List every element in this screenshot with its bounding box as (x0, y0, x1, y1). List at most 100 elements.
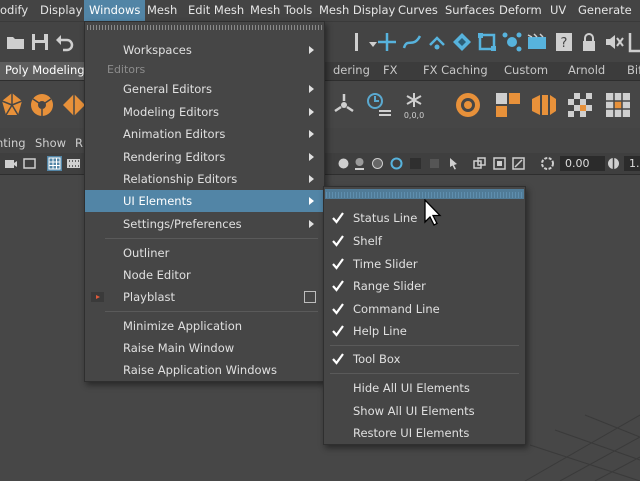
undo-icon[interactable] (53, 31, 75, 53)
poly-torus-icon[interactable] (28, 91, 56, 119)
submenu-item-restore-ui-elements[interactable]: Restore UI Elements (324, 422, 525, 444)
menu-mesh-tools[interactable]: Mesh Tools (245, 0, 317, 21)
menu-edit-mesh[interactable]: Edit Mesh (183, 0, 249, 21)
make-live-icon[interactable] (476, 31, 498, 53)
svg-text:0,0,0: 0,0,0 (404, 111, 424, 119)
menu-item-outliner[interactable]: Outliner (85, 242, 324, 264)
tab-custom[interactable]: Custom (497, 62, 555, 80)
submenu-item-time-slider[interactable]: Time Slider (324, 253, 525, 275)
menu-tearoff[interactable] (87, 25, 322, 30)
tab-poly-modeling[interactable]: Poly Modeling (0, 62, 92, 80)
submenu-item-hide-all-ui-elements[interactable]: Hide All UI Elements (324, 377, 525, 399)
lighting-icon[interactable] (408, 156, 423, 171)
editors-section-label: Editors (107, 63, 146, 76)
menu-display[interactable]: Display (35, 0, 87, 21)
resolution-gate-icon[interactable] (511, 156, 526, 171)
input-output-icon[interactable] (501, 31, 523, 53)
exposure-field[interactable]: 0.00 (560, 156, 605, 171)
submenu-item-range-slider[interactable]: Range Slider (324, 275, 525, 297)
menu-item-ui-elements[interactable]: UI Elements (85, 190, 324, 212)
submenu-arrow-icon (309, 220, 314, 228)
select-camera-icon[interactable] (3, 156, 18, 171)
gamma-icon[interactable] (606, 156, 621, 171)
isolate-select-icon[interactable] (336, 156, 351, 171)
tab-bifrost[interactable]: Bif (620, 62, 640, 80)
submenu-arrow-icon (309, 85, 314, 93)
tab-fx-caching[interactable]: FX Caching (416, 62, 495, 80)
grid-toggle-icon[interactable] (47, 156, 62, 171)
menu-item-modeling-editors[interactable]: Modeling Editors (85, 101, 324, 123)
uv-layout-icon[interactable] (494, 91, 522, 119)
menu-item-general-editors[interactable]: General Editors (85, 78, 324, 100)
submenu-arrow-icon (309, 46, 314, 54)
menu-surfaces[interactable]: Surfaces (440, 0, 500, 21)
submenu-item-command-line[interactable]: Command Line (324, 298, 525, 320)
menu-uv[interactable]: UV (545, 0, 571, 21)
panel-menu-show[interactable]: Show (35, 134, 66, 153)
snap-to-curve-icon[interactable] (401, 31, 423, 53)
menu-mesh[interactable]: Mesh (142, 0, 182, 21)
select-cursor-icon[interactable] (446, 156, 461, 171)
menu-item-animation-editors[interactable]: Animation Editors (85, 123, 324, 145)
panel-menu-lighting[interactable]: nting (0, 134, 26, 153)
submenu-separator (330, 345, 519, 346)
option-box-icon[interactable] (304, 291, 316, 303)
snap-to-grid-icon[interactable] (376, 31, 398, 53)
tab-fx[interactable]: FX (376, 62, 405, 80)
menu-item-workspaces[interactable]: Workspaces (85, 39, 324, 61)
submenu-item-show-all-ui-elements[interactable]: Show All UI Elements (324, 400, 525, 422)
shadows-icon[interactable] (427, 156, 442, 171)
gamma-field[interactable]: 1.0 (624, 156, 640, 171)
menu-item-settings-preferences[interactable]: Settings/Preferences (85, 213, 324, 235)
wireframe-shaded-icon[interactable] (370, 156, 385, 171)
mute-speaker-icon[interactable] (603, 31, 625, 53)
snowflake-icon[interactable]: 0,0,0 (400, 91, 428, 119)
poly-platonic-icon[interactable] (0, 91, 26, 119)
menu-item-playblast[interactable]: Playblast (85, 286, 324, 308)
checkmark-icon (332, 212, 344, 224)
render-view-icon[interactable] (526, 31, 548, 53)
menu-item-node-editor[interactable]: Node Editor (85, 264, 324, 286)
exposure-icon[interactable] (540, 156, 555, 171)
uv-grid-icon[interactable] (604, 91, 632, 119)
render-time-icon[interactable] (365, 91, 393, 119)
lock-icon[interactable] (578, 31, 600, 53)
menu-mesh-display[interactable]: Mesh Display (314, 0, 400, 21)
submenu-item-tool-box[interactable]: Tool Box (324, 348, 525, 370)
panel-menu-renderer[interactable]: R (75, 134, 83, 153)
submenu-arrow-icon (309, 175, 314, 183)
snap-angle-icon[interactable] (626, 31, 640, 53)
snap-to-point-icon[interactable] (426, 31, 448, 53)
menu-item-raise-main-window[interactable]: Raise Main Window (85, 337, 324, 359)
open-folder-icon[interactable] (5, 31, 27, 53)
submenu-item-help-line[interactable]: Help Line (324, 320, 525, 342)
menu-curves[interactable]: Curves (393, 0, 443, 21)
menu-windows[interactable]: Windows (84, 0, 146, 21)
help-question-icon[interactable]: ? (553, 31, 575, 53)
film-gate-icon[interactable] (66, 156, 81, 171)
frame-all-icon[interactable] (472, 156, 487, 171)
menu-modify[interactable]: odify (0, 0, 33, 21)
menu-deform[interactable]: Deform (494, 0, 547, 21)
xray-icon[interactable] (352, 156, 367, 171)
menu-item-minimize-application[interactable]: Minimize Application (85, 315, 324, 337)
snap-to-view-plane-icon[interactable] (451, 31, 473, 53)
checker-icon[interactable] (566, 91, 594, 119)
menu-item-rendering-editors[interactable]: Rendering Editors (85, 146, 324, 168)
frame-selected-icon[interactable] (492, 156, 507, 171)
texture-icon[interactable] (389, 156, 404, 171)
menu-generate[interactable]: Generate (573, 0, 637, 21)
submenu-item-shelf[interactable]: Shelf (324, 230, 525, 252)
menu-item-raise-application-windows[interactable]: Raise Application Windows (85, 359, 324, 381)
light-icon[interactable] (330, 91, 358, 119)
uv-unfold-icon[interactable] (530, 91, 558, 119)
menu-item-relationship-editors[interactable]: Relationship Editors (85, 168, 324, 190)
save-icon[interactable] (29, 31, 51, 53)
tab-rendering[interactable]: dering (326, 62, 377, 80)
camera-attributes-icon[interactable] (22, 156, 37, 171)
checkmark-icon (332, 303, 344, 315)
tab-arnold[interactable]: Arnold (561, 62, 612, 80)
arnold-shader-icon[interactable] (454, 91, 482, 119)
dropdown-arrow-icon[interactable] (362, 33, 377, 55)
checkmark-icon (332, 280, 344, 292)
